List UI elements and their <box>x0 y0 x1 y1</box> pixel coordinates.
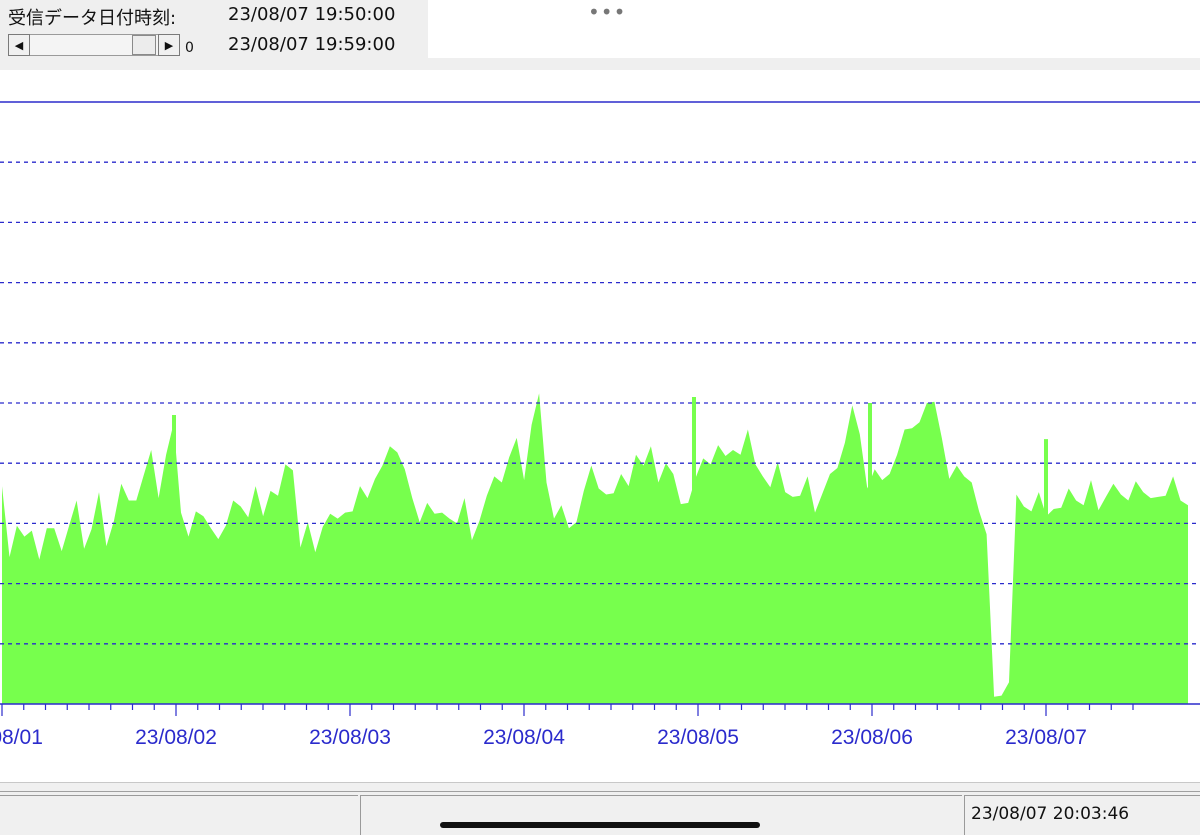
x-tick-label: 23/08/03 <box>309 726 391 749</box>
home-indicator <box>440 822 760 828</box>
x-tick-label: 23/08/06 <box>831 726 913 749</box>
series-area <box>2 393 1188 704</box>
time-scrollbar[interactable]: ◀ ▶ <box>8 34 180 56</box>
status-pane-1 <box>0 795 358 835</box>
triangle-right-icon: ▶ <box>164 38 174 52</box>
time-from-value: 23/08/07 19:50:00 <box>228 4 396 25</box>
trend-chart[interactable]: 23/08/01 23/08/02 23/08/03 23/08/04 23/08/05… <box>0 72 1200 780</box>
x-tick-label: 23/08/04 <box>483 726 565 749</box>
scroll-position-value: 0 <box>185 40 194 56</box>
triangle-left-icon: ◀ <box>14 38 24 52</box>
scroll-thumb[interactable] <box>132 35 156 55</box>
x-tick-label: 23/08/01 <box>0 726 43 749</box>
status-timestamp: 23/08/07 20:03:46 <box>971 804 1130 824</box>
scroll-right-button[interactable]: ▶ <box>158 34 180 56</box>
scroll-left-button[interactable]: ◀ <box>8 34 30 56</box>
status-pane-time: 23/08/07 20:03:46 <box>964 795 1200 835</box>
x-tick-label: 23/08/07 <box>1005 726 1087 749</box>
status-pane-2 <box>360 795 962 835</box>
header-divider <box>428 58 1200 70</box>
header-panel: 受信データ日付時刻: 23/08/07 19:50:00 23/08/07 19… <box>0 0 1200 70</box>
received-datetime-label: 受信データ日付時刻: <box>8 8 177 29</box>
more-options-icon[interactable]: ••• <box>588 0 626 24</box>
time-to-value: 23/08/07 19:59:00 <box>228 34 396 55</box>
x-tick-label: 23/08/02 <box>135 726 217 749</box>
status-divider <box>0 791 1200 792</box>
x-tick-label: 23/08/05 <box>657 726 739 749</box>
chart-canvas: 23/08/01 23/08/02 23/08/03 23/08/04 23/08/05… <box>0 101 1200 749</box>
